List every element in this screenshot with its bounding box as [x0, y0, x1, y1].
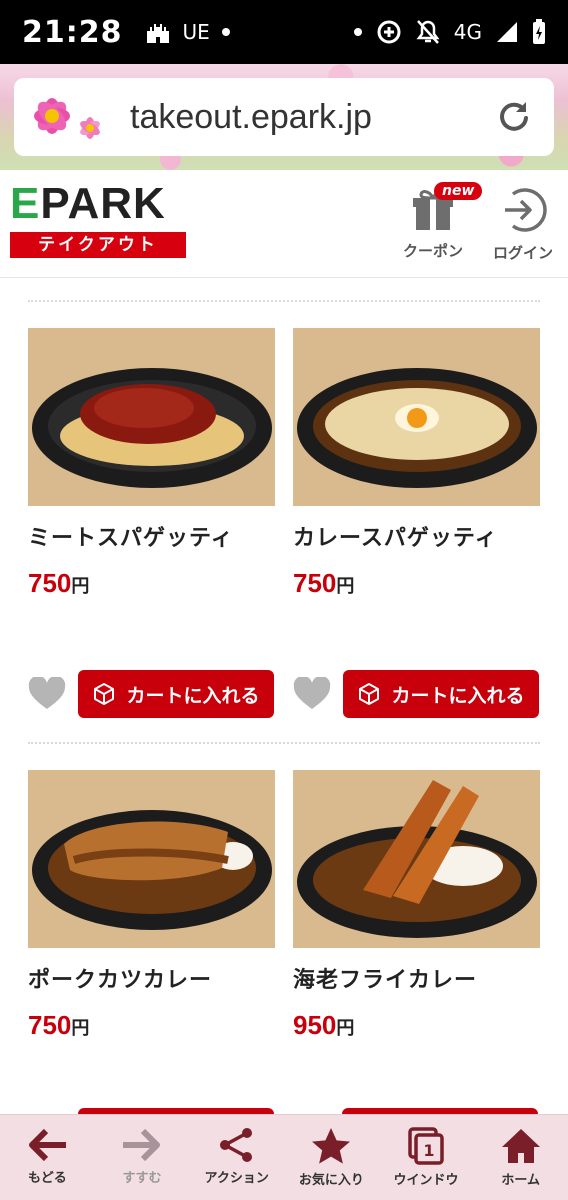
nav-action[interactable]: アクション [189, 1115, 284, 1200]
coupon-label: クーポン [402, 242, 463, 260]
product-price: 950円 [293, 1010, 540, 1041]
add-to-cart-label: カートに入れる [126, 684, 260, 707]
add-to-cart-button[interactable]: カートに入れる [78, 670, 274, 718]
price-value: 750 [293, 568, 337, 598]
add-to-cart-button[interactable]: カートに入れる [343, 670, 539, 718]
status-time: 21:28 [22, 14, 123, 50]
login-icon [505, 188, 547, 232]
add-to-cart-label: カートに入れる [391, 684, 525, 707]
box-icon [94, 683, 115, 705]
windows-icon: 1 [408, 1127, 444, 1165]
site-header: EPARK テイクアウト new クーポン ログイン [0, 170, 568, 278]
logo-text-rest: PARK [40, 179, 166, 228]
product-grid: ミートスパゲッティ 750円 カレースパゲッティ 750円 カートに入れる カー… [0, 278, 568, 1114]
battery-charging-icon [533, 19, 545, 44]
share-icon [219, 1128, 252, 1162]
notification-dot-icon [221, 28, 230, 36]
box-icon [359, 683, 380, 705]
price-currency: 円 [71, 1018, 90, 1038]
product-photo[interactable] [28, 770, 275, 948]
product-photo[interactable] [293, 770, 540, 948]
nav-forward[interactable]: すすむ [95, 1115, 190, 1200]
bell-off-icon [416, 20, 440, 44]
product-price: 750円 [28, 1010, 275, 1041]
browser-bottom-nav: もどる すすむ アクション お気に入り 1 ウインドウ ホーム [0, 1114, 568, 1200]
castle-icon [146, 24, 169, 43]
product-card[interactable]: カレースパゲッティ 750円 [293, 328, 540, 599]
product-name[interactable]: ポークカツカレー [28, 962, 275, 994]
product-actions: カートに入れる [28, 670, 275, 718]
product-photo[interactable] [293, 328, 540, 506]
new-badge: new [434, 182, 483, 200]
price-currency: 円 [336, 1018, 355, 1038]
product-price: 750円 [28, 568, 275, 599]
price-value: 950 [293, 1010, 337, 1040]
nav-forward-label: すすむ [122, 1171, 162, 1186]
nav-windows-label: ウインドウ [393, 1173, 459, 1188]
arrow-left-icon [29, 1128, 67, 1162]
divider [28, 742, 540, 744]
status-right-icons: 4G [353, 19, 546, 45]
nav-back-label: もどる [27, 1171, 67, 1186]
price-value: 750 [28, 1010, 72, 1040]
status-bar: 21:28 UE 4G [0, 0, 568, 64]
price-currency: 円 [71, 576, 90, 596]
product-actions: カートに入れる [293, 670, 540, 718]
nav-favorites-label: お気に入り [298, 1173, 364, 1188]
favorite-heart-icon[interactable] [28, 677, 66, 711]
product-name[interactable]: ミートスパゲッティ [28, 520, 275, 552]
signal-icon [497, 22, 517, 42]
login-button[interactable]: ログイン [484, 186, 562, 263]
product-card[interactable]: ポークカツカレー 750円 [28, 770, 275, 1041]
epark-logo[interactable]: EPARK テイクアウト [10, 182, 186, 258]
nav-back[interactable]: もどる [0, 1115, 95, 1200]
status-left-icons: UE [145, 20, 230, 44]
logo-subtitle: テイクアウト [10, 232, 186, 258]
logo-text: EPARK [10, 179, 166, 228]
product-price: 750円 [293, 568, 540, 599]
status-dot-icon [353, 28, 362, 36]
nav-action-label: アクション [204, 1171, 269, 1186]
coupon-button[interactable]: new クーポン [394, 182, 483, 261]
cosmos-flower-icon [34, 98, 100, 139]
browser-toolbar: takeout.epark.jp [0, 64, 568, 170]
url-text: takeout.epark.jp [130, 97, 372, 136]
nav-favorites[interactable]: お気に入り [284, 1115, 379, 1200]
nav-home[interactable]: ホーム [473, 1115, 568, 1200]
product-card[interactable]: ミートスパゲッティ 750円 [28, 328, 275, 599]
nav-home-label: ホーム [501, 1173, 540, 1188]
price-value: 750 [28, 568, 72, 598]
login-label: ログイン [492, 244, 553, 262]
nav-windows[interactable]: 1 ウインドウ [379, 1115, 474, 1200]
data-saver-icon [377, 20, 401, 44]
home-icon [501, 1129, 540, 1163]
product-name[interactable]: カレースパゲッティ [293, 520, 540, 552]
product-name[interactable]: 海老フライカレー [293, 962, 540, 994]
screen: 21:28 UE 4G takeout.epark.jp EPARK テイクアウ… [0, 0, 568, 1200]
status-carrier: UE [182, 20, 210, 44]
favorite-heart-icon[interactable] [293, 677, 331, 711]
product-photo[interactable] [28, 328, 275, 506]
arrow-right-icon [123, 1128, 160, 1162]
price-currency: 円 [336, 576, 355, 596]
address-bar[interactable]: takeout.epark.jp [14, 78, 554, 156]
divider [28, 300, 540, 302]
reload-icon[interactable] [496, 98, 532, 134]
windows-count-badge: 1 [423, 1141, 434, 1160]
status-network: 4G [453, 20, 482, 44]
product-card[interactable]: 海老フライカレー 950円 [293, 770, 540, 1041]
star-icon [312, 1128, 351, 1164]
